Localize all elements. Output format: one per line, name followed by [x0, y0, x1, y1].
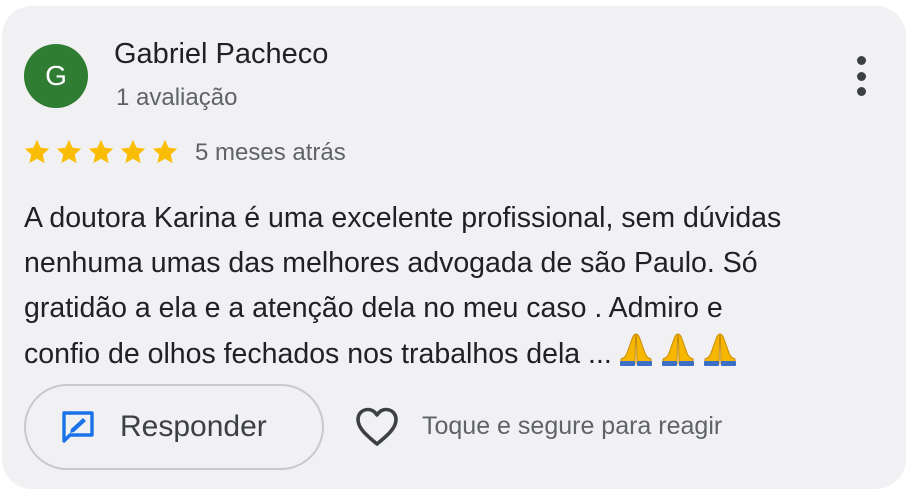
- reply-button[interactable]: Responder: [24, 384, 324, 470]
- folded-hands-icon: [619, 333, 652, 366]
- review-text-line-content: confio de olhos fechados nos trabalhos d…: [24, 338, 612, 370]
- avatar-initial: G: [45, 60, 67, 91]
- review-card: G Gabriel Pacheco 1 avaliação 5 meses at…: [2, 6, 906, 489]
- star-icon: [24, 139, 50, 164]
- review-text-line: gratidão a ela e a atenção dela no meu c…: [24, 292, 723, 324]
- folded-hands-icon: [703, 333, 736, 366]
- more-vert-icon-dot: [856, 87, 866, 96]
- edit-reply-icon: [62, 411, 94, 443]
- reply-button-label: Responder: [120, 410, 267, 443]
- more-options-button[interactable]: [844, 52, 878, 100]
- review-text-line: confio de olhos fechados nos trabalhos d…: [24, 331, 884, 377]
- more-vert-icon: [856, 56, 866, 65]
- star-icon: [56, 139, 82, 164]
- reviewer-review-count: 1 avaliação: [116, 84, 238, 111]
- star-icon: [88, 139, 114, 164]
- star-icon: [152, 139, 178, 164]
- star-icon: [120, 139, 146, 164]
- review-text-line: A doutora Karina é uma excelente profiss…: [24, 202, 782, 234]
- review-date: 5 meses atrás: [195, 139, 346, 166]
- folded-hands-emoji: [618, 331, 738, 367]
- react-hint: Toque e segure para reagir: [422, 412, 723, 440]
- avatar[interactable]: G: [24, 44, 88, 108]
- star-rating: [22, 137, 180, 167]
- review-text-line: nenhuma umas das melhores advogada de sã…: [24, 247, 758, 279]
- review-text: A doutora Karina é uma excelente profiss…: [24, 196, 884, 377]
- reviewer-name[interactable]: Gabriel Pacheco: [114, 38, 328, 71]
- heart-outline-icon[interactable]: [354, 406, 400, 448]
- folded-hands-icon: [661, 333, 694, 366]
- more-vert-icon-dot: [856, 71, 866, 81]
